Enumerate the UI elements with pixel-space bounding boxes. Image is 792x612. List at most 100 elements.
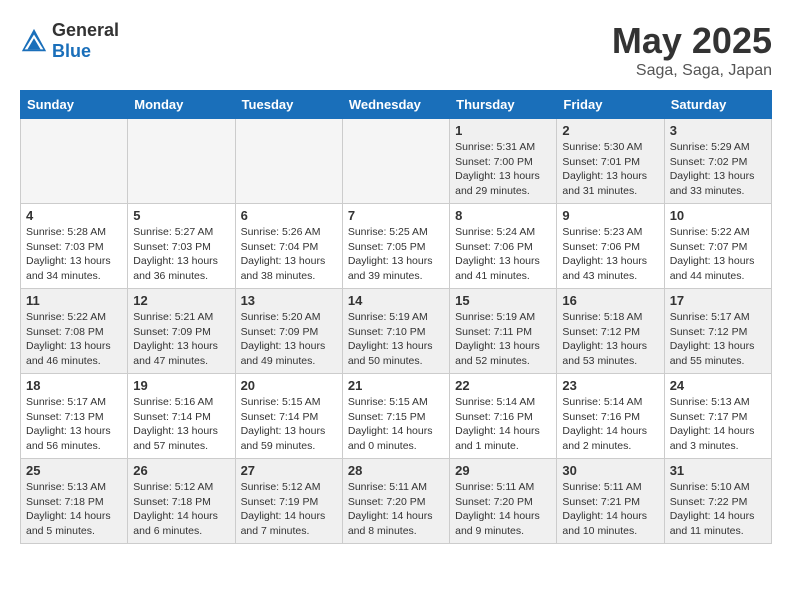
day-number: 26 [133, 463, 229, 478]
day-info: Sunrise: 5:19 AMSunset: 7:10 PMDaylight:… [348, 310, 444, 369]
day-number: 23 [562, 378, 658, 393]
calendar-cell: 18 Sunrise: 5:17 AMSunset: 7:13 PMDayligh… [21, 374, 128, 459]
day-number: 13 [241, 293, 337, 308]
day-info: Sunrise: 5:11 AMSunset: 7:21 PMDaylight:… [562, 480, 658, 539]
day-info: Sunrise: 5:26 AMSunset: 7:04 PMDaylight:… [241, 225, 337, 284]
day-number: 16 [562, 293, 658, 308]
day-number: 24 [670, 378, 766, 393]
calendar-cell [128, 119, 235, 204]
day-info: Sunrise: 5:15 AMSunset: 7:14 PMDaylight:… [241, 395, 337, 454]
calendar-cell: 30 Sunrise: 5:11 AMSunset: 7:21 PMDayligh… [557, 459, 664, 544]
day-info: Sunrise: 5:11 AMSunset: 7:20 PMDaylight:… [348, 480, 444, 539]
day-info: Sunrise: 5:18 AMSunset: 7:12 PMDaylight:… [562, 310, 658, 369]
day-info: Sunrise: 5:19 AMSunset: 7:11 PMDaylight:… [455, 310, 551, 369]
subtitle: Saga, Saga, Japan [612, 62, 772, 80]
day-info: Sunrise: 5:14 AMSunset: 7:16 PMDaylight:… [455, 395, 551, 454]
logo-blue: Blue [52, 41, 91, 61]
column-header-saturday: Saturday [664, 91, 771, 119]
calendar-cell: 12Sunrise: 5:21 AMSunset: 7:09 PMDayligh… [128, 289, 235, 374]
calendar-header-row: SundayMondayTuesdayWednesdayThursdayFrid… [21, 91, 772, 119]
calendar-cell: 22 Sunrise: 5:14 AMSunset: 7:16 PMDayligh… [450, 374, 557, 459]
calendar-cell [235, 119, 342, 204]
day-number: 30 [562, 463, 658, 478]
calendar-cell: 2Sunrise: 5:30 AMSunset: 7:01 PMDaylight… [557, 119, 664, 204]
day-info: Sunrise: 5:13 AMSunset: 7:18 PMDaylight:… [26, 480, 122, 539]
calendar-cell: 31 Sunrise: 5:10 AMSunset: 7:22 PMDayligh… [664, 459, 771, 544]
logo-icon [20, 27, 48, 55]
day-number: 9 [562, 208, 658, 223]
calendar-week-row: 18 Sunrise: 5:17 AMSunset: 7:13 PMDayligh… [21, 374, 772, 459]
day-info: Sunrise: 5:25 AMSunset: 7:05 PMDaylight:… [348, 225, 444, 284]
day-info: Sunrise: 5:20 AMSunset: 7:09 PMDaylight:… [241, 310, 337, 369]
calendar-cell: 17Sunrise: 5:17 AMSunset: 7:12 PMDayligh… [664, 289, 771, 374]
day-number: 15 [455, 293, 551, 308]
calendar-cell: 13 Sunrise: 5:20 AMSunset: 7:09 PMDayligh… [235, 289, 342, 374]
calendar-cell: 26 Sunrise: 5:12 AMSunset: 7:18 PMDayligh… [128, 459, 235, 544]
calendar-cell: 19 Sunrise: 5:16 AMSunset: 7:14 PMDayligh… [128, 374, 235, 459]
page-header: General Blue May 2025 Saga, Saga, Japan [20, 20, 772, 80]
calendar-cell: 25 Sunrise: 5:13 AMSunset: 7:18 PMDayligh… [21, 459, 128, 544]
day-info: Sunrise: 5:22 AMSunset: 7:08 PMDaylight:… [26, 310, 122, 369]
day-info: Sunrise: 5:29 AMSunset: 7:02 PMDaylight:… [670, 140, 766, 199]
day-number: 20 [241, 378, 337, 393]
day-number: 4 [26, 208, 122, 223]
calendar-cell: 11Sunrise: 5:22 AMSunset: 7:08 PMDayligh… [21, 289, 128, 374]
day-number: 28 [348, 463, 444, 478]
calendar-cell [342, 119, 449, 204]
column-header-wednesday: Wednesday [342, 91, 449, 119]
calendar-cell: 15 Sunrise: 5:19 AMSunset: 7:11 PMDayligh… [450, 289, 557, 374]
day-info: Sunrise: 5:11 AMSunset: 7:20 PMDaylight:… [455, 480, 551, 539]
day-info: Sunrise: 5:23 AMSunset: 7:06 PMDaylight:… [562, 225, 658, 284]
day-info: Sunrise: 5:17 AMSunset: 7:12 PMDaylight:… [670, 310, 766, 369]
column-header-tuesday: Tuesday [235, 91, 342, 119]
day-info: Sunrise: 5:28 AMSunset: 7:03 PMDaylight:… [26, 225, 122, 284]
column-header-monday: Monday [128, 91, 235, 119]
day-number: 1 [455, 123, 551, 138]
column-header-friday: Friday [557, 91, 664, 119]
day-number: 21 [348, 378, 444, 393]
calendar-cell: 7Sunrise: 5:25 AMSunset: 7:05 PMDaylight… [342, 204, 449, 289]
calendar-cell: 9 Sunrise: 5:23 AMSunset: 7:06 PMDaylight… [557, 204, 664, 289]
day-info: Sunrise: 5:12 AMSunset: 7:19 PMDaylight:… [241, 480, 337, 539]
day-number: 14 [348, 293, 444, 308]
day-number: 19 [133, 378, 229, 393]
day-number: 22 [455, 378, 551, 393]
day-info: Sunrise: 5:16 AMSunset: 7:14 PMDaylight:… [133, 395, 229, 454]
day-info: Sunrise: 5:17 AMSunset: 7:13 PMDaylight:… [26, 395, 122, 454]
calendar-cell: 10Sunrise: 5:22 AMSunset: 7:07 PMDayligh… [664, 204, 771, 289]
calendar-cell: 20 Sunrise: 5:15 AMSunset: 7:14 PMDayligh… [235, 374, 342, 459]
calendar-cell [21, 119, 128, 204]
column-header-sunday: Sunday [21, 91, 128, 119]
column-header-thursday: Thursday [450, 91, 557, 119]
calendar-cell: 23 Sunrise: 5:14 AMSunset: 7:16 PMDayligh… [557, 374, 664, 459]
day-info: Sunrise: 5:31 AMSunset: 7:00 PMDaylight:… [455, 140, 551, 199]
day-number: 31 [670, 463, 766, 478]
calendar-cell: 24Sunrise: 5:13 AMSunset: 7:17 PMDayligh… [664, 374, 771, 459]
day-number: 18 [26, 378, 122, 393]
day-info: Sunrise: 5:14 AMSunset: 7:16 PMDaylight:… [562, 395, 658, 454]
day-info: Sunrise: 5:10 AMSunset: 7:22 PMDaylight:… [670, 480, 766, 539]
day-info: Sunrise: 5:22 AMSunset: 7:07 PMDaylight:… [670, 225, 766, 284]
day-info: Sunrise: 5:12 AMSunset: 7:18 PMDaylight:… [133, 480, 229, 539]
calendar-week-row: 1 Sunrise: 5:31 AMSunset: 7:00 PMDaylight… [21, 119, 772, 204]
day-number: 5 [133, 208, 229, 223]
calendar-cell: 1 Sunrise: 5:31 AMSunset: 7:00 PMDaylight… [450, 119, 557, 204]
day-number: 27 [241, 463, 337, 478]
title-block: May 2025 Saga, Saga, Japan [612, 20, 772, 80]
calendar-cell: 29Sunrise: 5:11 AMSunset: 7:20 PMDayligh… [450, 459, 557, 544]
calendar-cell: 8 Sunrise: 5:24 AMSunset: 7:06 PMDaylight… [450, 204, 557, 289]
calendar-week-row: 25 Sunrise: 5:13 AMSunset: 7:18 PMDayligh… [21, 459, 772, 544]
logo: General Blue [20, 20, 119, 62]
day-number: 8 [455, 208, 551, 223]
calendar-cell: 3 Sunrise: 5:29 AMSunset: 7:02 PMDaylight… [664, 119, 771, 204]
day-info: Sunrise: 5:24 AMSunset: 7:06 PMDaylight:… [455, 225, 551, 284]
calendar-table: SundayMondayTuesdayWednesdayThursdayFrid… [20, 90, 772, 544]
calendar-cell: 6Sunrise: 5:26 AMSunset: 7:04 PMDaylight… [235, 204, 342, 289]
day-number: 25 [26, 463, 122, 478]
day-number: 2 [562, 123, 658, 138]
day-number: 12 [133, 293, 229, 308]
day-info: Sunrise: 5:15 AMSunset: 7:15 PMDaylight:… [348, 395, 444, 454]
calendar-cell: 28 Sunrise: 5:11 AMSunset: 7:20 PMDayligh… [342, 459, 449, 544]
day-number: 3 [670, 123, 766, 138]
calendar-week-row: 4 Sunrise: 5:28 AMSunset: 7:03 PMDaylight… [21, 204, 772, 289]
